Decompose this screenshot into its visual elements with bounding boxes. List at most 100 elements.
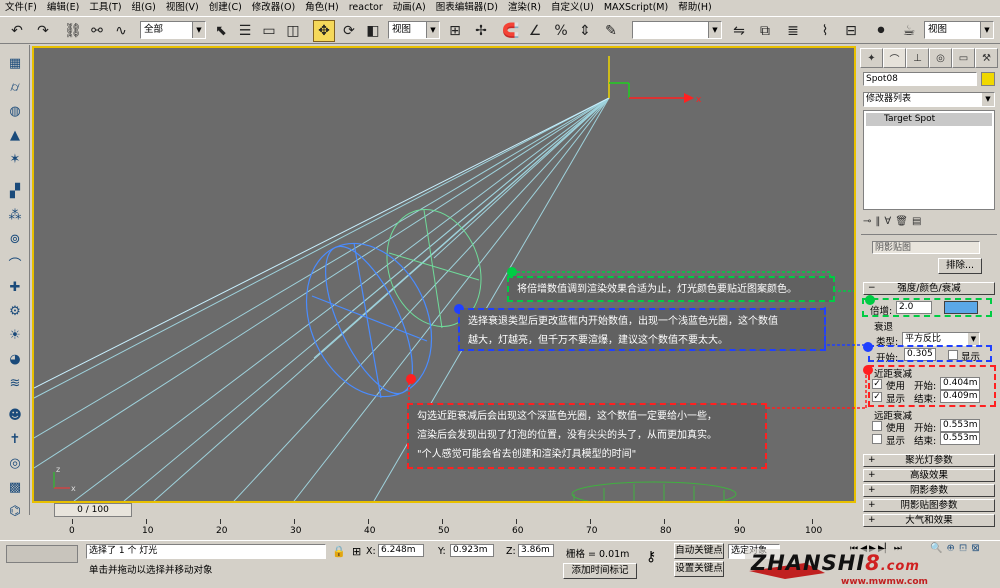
time-slider-thumb[interactable]: 0 / 100	[54, 503, 132, 517]
pivot-center-icon[interactable]: ⊞	[444, 20, 466, 42]
reference-coord-dropdown[interactable]: 视图 ▼	[388, 21, 440, 39]
menu-modifiers[interactable]: 修改器(O)	[247, 0, 300, 16]
menu-reactor[interactable]: reactor	[344, 0, 388, 16]
curve-editor-icon[interactable]: ⌇	[814, 20, 836, 42]
select-and-link-icon[interactable]: ⛓	[62, 20, 84, 42]
rollout-intensity[interactable]: − 强度/颜色/衰减	[863, 282, 995, 295]
x-coord-spinner[interactable]: 6.248m	[378, 544, 431, 557]
rect-selection-icon[interactable]: ▭	[258, 20, 280, 42]
window-crossing-icon[interactable]: ◫	[282, 20, 304, 42]
render-view-dropdown[interactable]: 视图 ▼	[924, 21, 994, 39]
menu-customize[interactable]: 自定义(U)	[546, 0, 599, 16]
rollout-shadow-map-params[interactable]: + 阴影贴图参数	[863, 499, 995, 512]
render-scene-icon[interactable]: ☕	[898, 20, 920, 42]
menu-help[interactable]: 帮助(H)	[673, 0, 717, 16]
menu-character[interactable]: 角色(H)	[300, 0, 344, 16]
menu-file[interactable]: 文件(F)	[0, 0, 42, 16]
edit-named-selection-icon[interactable]: ✎	[600, 20, 622, 42]
tab-motion[interactable]: ◎	[929, 48, 952, 68]
select-object-icon[interactable]: ⬉	[210, 20, 232, 42]
configure-modifier-icon[interactable]: ▤	[912, 216, 921, 227]
stack-item[interactable]: Target Spot	[866, 113, 992, 126]
menu-animation[interactable]: 动画(A)	[388, 0, 431, 16]
star-icon[interactable]: ✶	[4, 149, 26, 169]
y-coord-spinner[interactable]: 0.923m	[450, 544, 501, 557]
lock-selection-icon[interactable]: 🔒	[332, 545, 346, 558]
far-show-checkbox[interactable]	[872, 434, 882, 444]
rollout-advanced-effects[interactable]: + 高级效果	[863, 469, 995, 482]
menu-rendering[interactable]: 渲染(R)	[503, 0, 546, 16]
menu-graph-editors[interactable]: 图表编辑器(D)	[431, 0, 503, 16]
set-key-button[interactable]: 设置关键点	[674, 561, 724, 577]
select-and-move-icon[interactable]: ✥	[313, 20, 335, 42]
far-end-spinner[interactable]: 0.553m	[940, 432, 987, 445]
box-icon[interactable]: ▦	[4, 53, 26, 73]
exclude-button[interactable]: 排除...	[938, 258, 982, 274]
timeline-track[interactable]: 0 10 20 30 40 50 60 70 80 90 100	[32, 519, 856, 539]
tab-hierarchy[interactable]: ⊥	[906, 48, 929, 68]
cone-icon[interactable]: ▲	[4, 125, 26, 145]
absolute-mode-icon[interactable]: ⊞	[352, 545, 361, 558]
far-start-spinner[interactable]: 0.553m	[940, 419, 987, 432]
tab-display[interactable]: ▭	[952, 48, 975, 68]
select-manipulate-icon[interactable]: ✢	[470, 20, 492, 42]
modifier-list-dropdown[interactable]: 修改器列表 ▼	[863, 92, 995, 107]
menu-create[interactable]: 创建(C)	[204, 0, 247, 16]
bones-icon[interactable]: ✝	[4, 429, 26, 449]
unlink-icon[interactable]: ⚯	[86, 20, 108, 42]
tube-icon[interactable]: ⊚	[4, 229, 26, 249]
mirror-icon[interactable]: ⇋	[728, 20, 750, 42]
bend-icon[interactable]: ⌒	[4, 253, 26, 273]
maxscript-listener[interactable]	[6, 545, 78, 563]
remove-modifier-icon[interactable]: 🗑	[895, 216, 908, 227]
menu-tools[interactable]: 工具(T)	[84, 0, 126, 16]
menu-maxscript[interactable]: MAXScript(M)	[599, 0, 673, 16]
camera-icon[interactable]: ◕	[4, 349, 26, 369]
decay-type-dropdown[interactable]: 平方反比 ▼	[902, 332, 980, 346]
far-use-checkbox[interactable]	[872, 421, 882, 431]
shadow-type-dropdown[interactable]: 阴影贴图	[872, 241, 980, 254]
tab-create[interactable]: ✦	[860, 48, 883, 68]
show-end-result-icon[interactable]: ‖	[875, 216, 880, 227]
perspective-viewport[interactable]: x z x 将倍增数值调到渲染效果合适为止，灯光颜色要贴近图案颜色。 选择衰退类…	[32, 46, 856, 503]
select-and-scale-icon[interactable]: ◧	[362, 20, 384, 42]
percent-snap-icon[interactable]: %	[550, 20, 572, 42]
particles-icon[interactable]: ⁂	[4, 205, 26, 225]
layer-manager-icon[interactable]: ≣	[782, 20, 804, 42]
hair-icon[interactable]: ⌬	[4, 501, 26, 521]
menu-edit[interactable]: 编辑(E)	[42, 0, 84, 16]
angle-snap-icon[interactable]: ∠	[524, 20, 546, 42]
selection-filter-dropdown[interactable]: 全部 ▼	[140, 21, 206, 39]
light-icon[interactable]: ☀	[4, 325, 26, 345]
redo-icon[interactable]: ↷	[32, 20, 54, 42]
key-icon[interactable]: ⚷	[646, 549, 656, 565]
tab-utilities[interactable]: ⚒	[975, 48, 998, 68]
cloth-icon[interactable]: ▩	[4, 477, 26, 497]
rollout-spotlight-params[interactable]: + 聚光灯参数	[863, 454, 995, 467]
select-by-name-icon[interactable]: ☰	[234, 20, 256, 42]
object-name-field[interactable]: Spot08	[863, 72, 977, 86]
add-time-tag-button[interactable]: 添加时间标记	[563, 563, 637, 579]
stairs-icon[interactable]: ▞	[4, 181, 26, 201]
menu-views[interactable]: 视图(V)	[161, 0, 204, 16]
object-color-swatch[interactable]	[981, 72, 995, 86]
time-slider[interactable]: 0 / 100	[32, 503, 856, 517]
reactor-icon[interactable]: ◎	[4, 453, 26, 473]
snaps-toggle-icon[interactable]: 🧲	[500, 20, 522, 42]
undo-icon[interactable]: ↶	[6, 20, 28, 42]
sphere-icon[interactable]: ◍	[4, 101, 26, 121]
bind-space-warp-icon[interactable]: ∿	[110, 20, 132, 42]
spinner-snap-icon[interactable]: ⇕	[574, 20, 596, 42]
tab-modify[interactable]: ⌒	[883, 48, 906, 68]
select-and-rotate-icon[interactable]: ⟳	[338, 20, 360, 42]
menu-group[interactable]: 组(G)	[127, 0, 161, 16]
helper-icon[interactable]: ✚	[4, 277, 26, 297]
gear-icon[interactable]: ⚙	[4, 301, 26, 321]
make-unique-icon[interactable]: ∀	[884, 216, 891, 227]
cylinder-icon[interactable]: ⌭	[4, 77, 26, 97]
material-editor-icon[interactable]: ⚫	[870, 20, 892, 42]
named-selection-dropdown[interactable]: ▼	[632, 21, 722, 39]
align-icon[interactable]: ⧉	[754, 20, 776, 42]
biped-icon[interactable]: ☻	[4, 405, 26, 425]
rollout-shadow-params[interactable]: + 阴影参数	[863, 484, 995, 497]
